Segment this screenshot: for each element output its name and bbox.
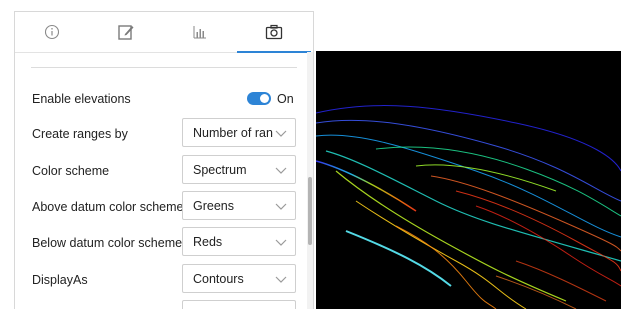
chevron-down-icon	[275, 276, 287, 283]
display-as-select[interactable]: Contours	[182, 264, 296, 293]
create-ranges-by-label: Create ranges by	[32, 127, 128, 141]
chart-icon	[193, 26, 206, 39]
contour-render	[315, 105, 621, 310]
color-scheme-select[interactable]: Spectrum	[182, 155, 296, 184]
settings-panel: Enable elevations On Create ranges by Nu…	[14, 11, 314, 309]
tab-edit[interactable]	[89, 12, 163, 52]
chevron-down-icon	[275, 167, 287, 174]
elevation-contour-view[interactable]	[315, 51, 621, 310]
next-select-partial[interactable]	[182, 300, 296, 309]
above-datum-value: Greens	[193, 199, 234, 213]
chevron-down-icon	[275, 239, 287, 246]
tab-info[interactable]	[15, 12, 89, 52]
enable-elevations-label: Enable elevations	[32, 92, 131, 106]
tab-bar	[15, 12, 313, 53]
below-datum-label: Below datum color scheme	[32, 236, 183, 250]
camera-icon	[265, 24, 283, 40]
color-scheme-value: Spectrum	[193, 163, 247, 177]
enable-elevations-state: On	[277, 92, 294, 106]
scrollbar-thumb[interactable]	[308, 177, 312, 245]
chevron-down-icon	[275, 130, 287, 137]
divider	[31, 67, 297, 68]
tab-chart[interactable]	[163, 12, 237, 52]
above-datum-select[interactable]: Greens	[182, 191, 296, 220]
color-scheme-label: Color scheme	[32, 164, 110, 178]
edit-icon	[118, 25, 134, 40]
below-datum-select[interactable]: Reds	[182, 227, 296, 256]
create-ranges-by-select[interactable]: Number of rang	[182, 118, 296, 147]
display-as-label: DisplayAs	[32, 273, 88, 287]
chevron-down-icon	[275, 203, 287, 210]
toggle-knob	[260, 94, 269, 103]
info-icon	[44, 24, 60, 40]
enable-elevations-toggle[interactable]	[247, 92, 271, 105]
below-datum-value: Reds	[193, 235, 223, 249]
create-ranges-by-value: Number of rang	[193, 126, 273, 140]
above-datum-label: Above datum color scheme	[32, 200, 184, 214]
tab-camera[interactable]	[237, 12, 311, 53]
display-as-value: Contours	[193, 272, 244, 286]
